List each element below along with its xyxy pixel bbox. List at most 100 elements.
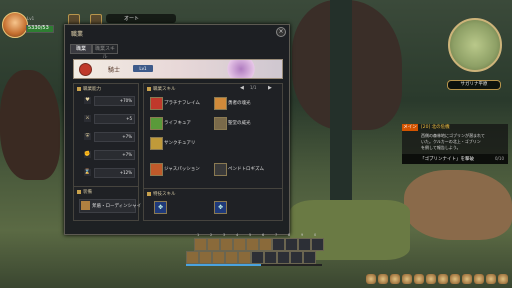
hotbar-slot[interactable]: 6: [259, 233, 272, 251]
stat-value-box: +12%: [94, 168, 135, 178]
equipment-panel-title: 装備: [77, 189, 92, 195]
skills-panel-title: 職業スキル: [147, 86, 176, 92]
skill-icon: [150, 97, 163, 110]
stat-value-box: +5: [94, 114, 135, 124]
stat-row: ⚔ +5: [78, 114, 135, 124]
hotbar-slot[interactable]: 9: [298, 233, 311, 251]
stat-value: +70%: [119, 98, 132, 103]
skill-icon: [214, 97, 227, 110]
stat-value: +12%: [119, 170, 132, 175]
job-level-badge: Lv1: [133, 65, 153, 72]
hotbar-slot[interactable]: 5: [246, 233, 259, 251]
special-skill-slot[interactable]: ✥: [214, 201, 227, 214]
stat-row: ✊ +7%: [78, 150, 135, 160]
ranking-icon[interactable]: [498, 274, 508, 284]
skill-hotbar-slot[interactable]: [303, 251, 316, 264]
skill-icon: [150, 117, 163, 130]
special-skill-slot[interactable]: ✥: [154, 201, 167, 214]
guild-icon[interactable]: [414, 274, 424, 284]
skill-icon: [150, 163, 163, 176]
close-button[interactable]: ×: [276, 27, 286, 37]
stat-row: ⌛ +12%: [78, 168, 135, 178]
scenery-tree: [330, 0, 352, 200]
hotbar-slot[interactable]: 0: [311, 233, 324, 251]
skill-book-icon[interactable]: [390, 274, 400, 284]
hotbar-key-label: 9: [301, 233, 304, 237]
stat-row: ⛨ +7%: [78, 132, 135, 142]
auto-toggle[interactable]: [106, 14, 176, 23]
skill-name: ライフキュア: [164, 121, 191, 126]
skill-icon: [150, 137, 163, 150]
hotbar-key-label: 4: [236, 233, 239, 237]
character-icon[interactable]: [378, 274, 388, 284]
skill-name: 勇者の魂光: [228, 101, 251, 106]
scenery-rock-left: [0, 70, 60, 180]
skill-name: サンクチュアリ: [164, 141, 196, 146]
panel-marker-icon: [77, 189, 81, 194]
hotbar-key-label: 6: [262, 233, 265, 237]
skill-hotbar-slot[interactable]: [212, 251, 225, 264]
hotbar-slot[interactable]: 3: [220, 233, 233, 251]
skill-hotbar-slot[interactable]: [277, 251, 290, 264]
hourglass-icon: ⌛: [84, 169, 91, 176]
job-window: 職業 × 職業 職業スキル 騎士 Lv1 職業能力 ♥ +70% ⚔ +5 ⛨ +7% ✊ +…: [64, 24, 290, 235]
quest-tracker[interactable]: 「ゴブリンナイト」を撃破 0/10: [402, 154, 508, 164]
hotbar-slot[interactable]: 4: [233, 233, 246, 251]
stat-row: ♥ +70%: [78, 96, 135, 106]
hotbar-slot[interactable]: 1: [194, 233, 207, 251]
quest-desc-line: を倒して報告しよう。: [421, 145, 461, 150]
hotbar-key-label: 7: [275, 233, 278, 237]
prev-page-button[interactable]: ◀: [240, 85, 244, 91]
panel-marker-icon: [77, 86, 81, 91]
quest-progress: 0/10: [495, 156, 504, 161]
skill-hotbar-slot[interactable]: [225, 251, 238, 264]
hotbar-key-label: 8: [288, 233, 291, 237]
job-portrait-art: [224, 60, 258, 78]
minimap[interactable]: [448, 18, 502, 72]
page-indicator: 1/1: [250, 85, 257, 90]
skill-hotbar-slot[interactable]: [290, 251, 303, 264]
window-title: 職業: [71, 31, 84, 38]
skill-hotbar-slot[interactable]: [251, 251, 264, 264]
star-icon[interactable]: [426, 274, 436, 284]
sword-icon: ⚔: [84, 115, 91, 122]
hotbar-slot[interactable]: 7: [272, 233, 285, 251]
skills-panel: 職業スキル ◀ 1/1 ▶ プラチナフレイム 勇者の魂光ライフキュア 聖堂の威光サン…: [143, 83, 283, 189]
skill-hotbar-slot[interactable]: [238, 251, 251, 264]
skill-icon: [214, 117, 227, 130]
skill-hotbar-slot[interactable]: [264, 251, 277, 264]
hotbar-slot[interactable]: 2: [207, 233, 220, 251]
tab-job-skills[interactable]: 職業スキル: [92, 44, 118, 60]
equipment-slot[interactable]: 斧盾・ローディンシャイ: [79, 199, 141, 213]
skill-name: プラチナフレイム: [164, 101, 200, 106]
stat-value-box: +70%: [94, 96, 135, 106]
quest-icon[interactable]: [402, 274, 412, 284]
equipment-name: 斧盾・ローディンシャイ: [92, 204, 142, 209]
map-icon[interactable]: [438, 274, 448, 284]
axe-shield-icon: [81, 201, 90, 210]
skill-name: 聖堂の威光: [228, 121, 251, 126]
special-skills-panel: 特技スキル ✥ ✥: [143, 188, 283, 221]
next-page-button[interactable]: ▶: [268, 85, 272, 91]
job-emblem-icon: [79, 63, 92, 76]
tab-job[interactable]: 職業: [70, 44, 92, 54]
skill-name: ジャスパッション: [164, 167, 200, 172]
job-banner[interactable]: 騎士 Lv1: [73, 59, 283, 79]
hotbar-key-label: 5: [249, 233, 252, 237]
stat-value-box: +7%: [94, 150, 135, 160]
mail-icon[interactable]: [462, 274, 472, 284]
scenery-cliff: [404, 170, 512, 240]
bag-icon[interactable]: [366, 274, 376, 284]
shield-icon: ⛨: [84, 133, 91, 140]
hotbar-key-label: 0: [314, 233, 317, 237]
map-location-name[interactable]: サガリナ平原: [447, 80, 501, 90]
panel-marker-icon: [147, 86, 151, 91]
hotbar-slot[interactable]: 8: [285, 233, 298, 251]
skill-hotbar-slot[interactable]: [199, 251, 212, 264]
player-avatar[interactable]: [2, 12, 28, 38]
event-icon[interactable]: [486, 274, 496, 284]
hotbar-key-label: 2: [210, 233, 213, 237]
shop-icon[interactable]: [450, 274, 460, 284]
settings-icon[interactable]: [474, 274, 484, 284]
skill-hotbar-slot[interactable]: [186, 251, 199, 264]
